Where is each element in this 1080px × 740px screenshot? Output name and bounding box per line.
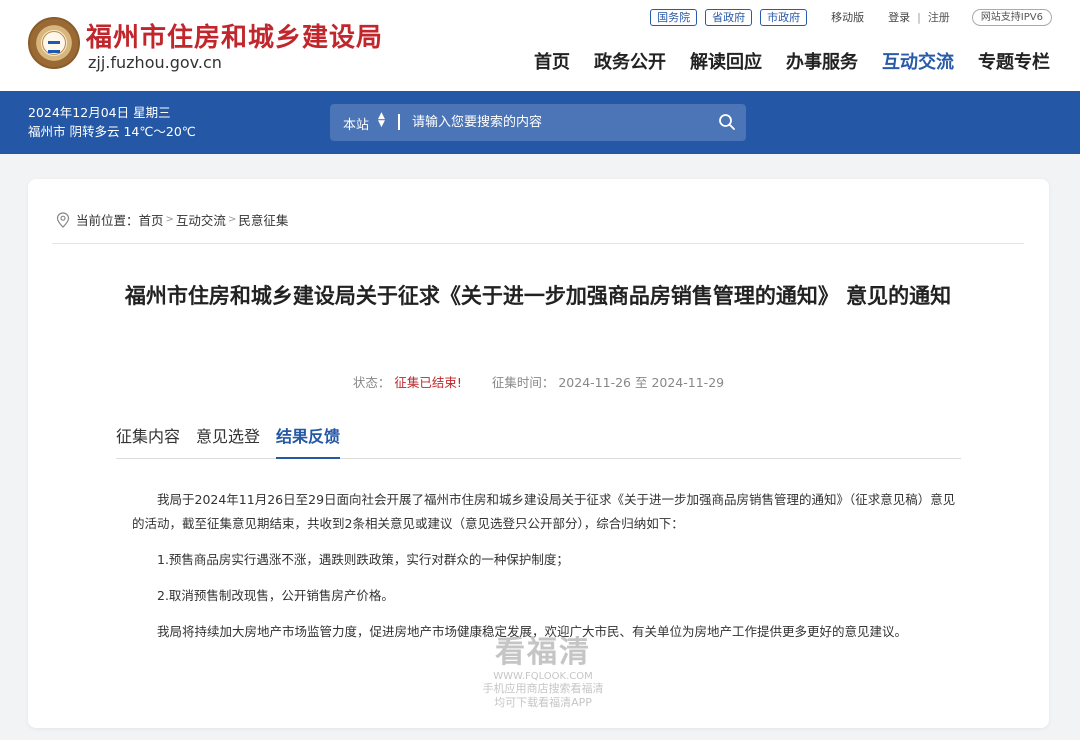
- watermark-line: 均可下载看福清APP: [494, 696, 592, 709]
- nav-services[interactable]: 办事服务: [786, 48, 858, 74]
- search-input[interactable]: [410, 109, 700, 136]
- period-label: 征集时间：: [491, 375, 555, 390]
- site-emblem-icon[interactable]: [28, 17, 80, 69]
- site-header: 福州市住房和城乡建设局 zjj.fuzhou.gov.cn 国务院 省政府 市政…: [0, 0, 1080, 91]
- top-links: 国务院 省政府 市政府 移动版 登录 | 注册 网站支持IPV6: [642, 8, 1052, 26]
- nav-topics[interactable]: 专题专栏: [978, 48, 1050, 74]
- body-paragraph: 2.取消预售制改现售，公开销售房产价格。: [157, 588, 394, 603]
- main-nav: 首页 政务公开 解读回应 办事服务 互动交流 专题专栏: [510, 48, 1050, 74]
- site-domain: zjj.fuzhou.gov.cn: [88, 53, 222, 72]
- watermark-line: 手机应用商店搜索看福清: [482, 682, 604, 695]
- nav-gov-affairs[interactable]: 政务公开: [594, 48, 666, 74]
- search-box: 本站 ▲ ▼: [330, 104, 746, 141]
- link-separator: |: [917, 10, 921, 24]
- register-link[interactable]: 注册: [928, 9, 950, 25]
- gov-link-city[interactable]: 市政府: [760, 8, 808, 26]
- breadcrumb-home[interactable]: 首页: [139, 210, 164, 229]
- breadcrumb-opinion-collection[interactable]: 民意征集: [238, 210, 288, 229]
- body-paragraph: 我局于2024年11月26日至29日面向社会开展了福州市住房和城乡建设局关于征求…: [132, 492, 956, 531]
- date-weather: 2024年12月04日 星期三 福州市 阴转多云 14℃～20℃: [28, 103, 196, 141]
- body-paragraph: 1.预售商品房实行遇涨不涨，遇跌则跌政策，实行对群众的一种保护制度；: [157, 552, 569, 567]
- body-paragraph: 我局将持续加大房地产市场监管力度，促进房地产市场健康稳定发展，欢迎广大市民、有关…: [157, 624, 908, 639]
- search-icon[interactable]: [718, 113, 736, 131]
- breadcrumb: 当前位置： 首页 > 互动交流 > 民意征集: [56, 210, 288, 229]
- scope-arrows-icon[interactable]: ▲ ▼: [378, 112, 385, 129]
- tab-collection-content[interactable]: 征集内容: [116, 426, 180, 459]
- ipv6-badge: 网站支持IPV6: [971, 8, 1052, 26]
- divider: [52, 243, 1024, 244]
- period-value: 2024-11-26 至 2024-11-29: [558, 375, 725, 390]
- weather-text: 福州市 阴转多云 14℃～20℃: [28, 124, 196, 139]
- nav-interaction[interactable]: 互动交流: [882, 48, 954, 74]
- gov-link-state-council[interactable]: 国务院: [650, 8, 698, 26]
- tab-result-feedback[interactable]: 结果反馈: [276, 426, 341, 459]
- mobile-version-link[interactable]: 移动版: [831, 9, 864, 25]
- content-card: 当前位置： 首页 > 互动交流 > 民意征集 福州市住房和城乡建设局关于征求《关…: [28, 179, 1049, 728]
- breadcrumb-separator: >: [165, 214, 174, 225]
- status-label: 状态：: [352, 375, 391, 390]
- article-tabs: 征集内容 意见选登 结果反馈: [116, 426, 961, 459]
- article-meta: 状态： 征集已结束! 征集时间： 2024-11-26 至 2024-11-29: [28, 372, 1049, 391]
- breadcrumb-interaction[interactable]: 互动交流: [176, 210, 226, 229]
- date-text: 2024年12月04日 星期三: [28, 105, 171, 120]
- tab-selected-opinions[interactable]: 意见选登: [196, 426, 260, 459]
- breadcrumb-separator: >: [227, 214, 237, 225]
- gov-link-province[interactable]: 省政府: [705, 8, 753, 26]
- location-pin-icon: [56, 211, 70, 228]
- site-name[interactable]: 福州市住房和城乡建设局: [86, 17, 383, 54]
- nav-interpretation[interactable]: 解读回应: [690, 48, 762, 74]
- nav-home[interactable]: 首页: [534, 48, 570, 74]
- article-body: 我局于2024年11月26日至29日面向社会开展了福州市住房和城乡建设局关于征求…: [132, 488, 962, 656]
- search-divider: [398, 114, 400, 130]
- search-scope-select[interactable]: 本站: [343, 114, 369, 133]
- article-title: 福州市住房和城乡建设局关于征求《关于进一步加强商品房销售管理的通知》 意见的通知: [124, 284, 952, 308]
- login-link[interactable]: 登录: [888, 9, 910, 25]
- status-value: 征集已结束!: [394, 375, 462, 390]
- watermark-url: WWW.FQLOOK.COM: [493, 671, 593, 682]
- breadcrumb-prefix: 当前位置：: [76, 213, 139, 228]
- info-band: 2024年12月04日 星期三 福州市 阴转多云 14℃～20℃ 本站 ▲ ▼: [0, 91, 1080, 154]
